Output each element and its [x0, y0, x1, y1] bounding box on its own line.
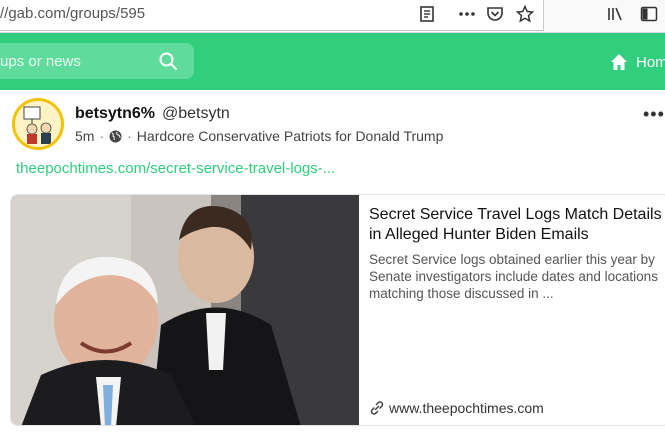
- page-actions-icon[interactable]: [458, 5, 476, 23]
- preview-description: Secret Service logs obtained earlier thi…: [369, 252, 658, 301]
- pocket-icon[interactable]: [486, 5, 504, 23]
- meta-separator-2: ·: [127, 128, 132, 144]
- avatar[interactable]: [12, 98, 64, 150]
- post-timestamp[interactable]: 5m: [75, 128, 94, 144]
- search-input[interactable]: ups or news: [0, 53, 81, 70]
- library-icon[interactable]: [606, 5, 624, 23]
- home-icon: [611, 54, 627, 70]
- preview-text: Secret Service Travel Logs Match Details…: [369, 205, 665, 302]
- preview-title[interactable]: Secret Service Travel Logs Match Details…: [369, 205, 665, 245]
- reader-view-icon[interactable]: [418, 5, 436, 23]
- link-preview-card[interactable]: Secret Service Travel Logs Match Details…: [10, 194, 665, 426]
- post-link[interactable]: theepochtimes.com/secret-service-travel-…: [16, 160, 335, 177]
- more-options-icon[interactable]: •••: [643, 104, 665, 125]
- preview-domain: www.theepochtimes.com: [369, 400, 544, 416]
- post-author-handle[interactable]: @betsytn: [162, 105, 230, 123]
- browser-toolbar: //gab.com/groups/595: [0, 0, 665, 33]
- search-icon[interactable]: [158, 51, 178, 71]
- post-card: betsytn6% @betsytn 5m · · Hardcore Conse…: [0, 90, 665, 439]
- url-text[interactable]: //gab.com/groups/595: [0, 5, 145, 22]
- avatar-image: [15, 101, 61, 147]
- preview-domain-text: www.theepochtimes.com: [389, 400, 544, 416]
- globe-icon: [109, 130, 122, 142]
- home-label: Hom: [636, 53, 665, 71]
- home-nav-link[interactable]: Hom: [610, 51, 665, 73]
- link-icon: [370, 401, 384, 415]
- post-author-name[interactable]: betsytn6%: [75, 105, 155, 123]
- post-group-name[interactable]: Hardcore Conservative Patriots for Donal…: [137, 128, 444, 144]
- post-meta: 5m · · Hardcore Conservative Patriots fo…: [75, 128, 443, 144]
- bookmark-star-icon[interactable]: [516, 5, 534, 23]
- search-bar[interactable]: ups or news: [0, 43, 194, 79]
- sidebar-icon[interactable]: [640, 5, 658, 23]
- preview-image: [11, 195, 359, 425]
- top-navigation-bar: ups or news Hom: [0, 33, 665, 90]
- meta-separator: ·: [99, 128, 105, 144]
- url-bar[interactable]: //gab.com/groups/595: [0, 0, 544, 31]
